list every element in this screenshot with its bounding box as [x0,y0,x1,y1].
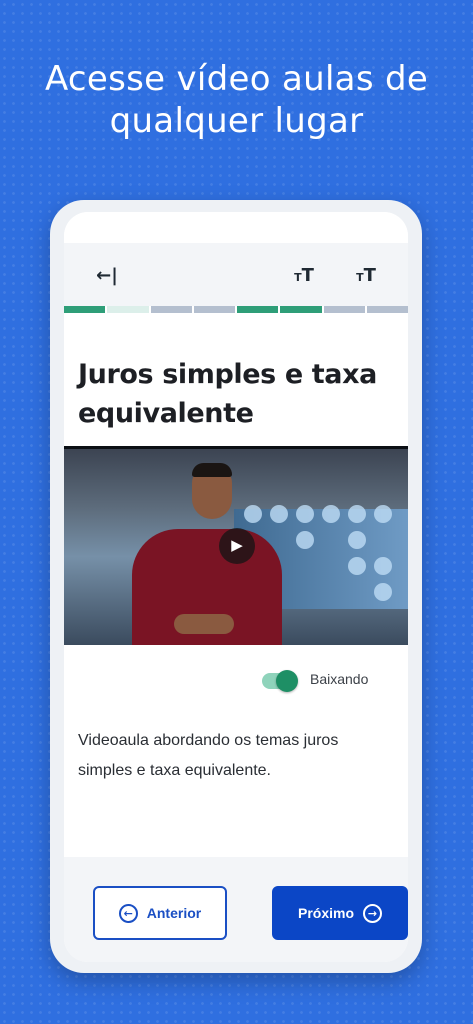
text-size-decrease-icon[interactable]: TT [288,263,320,289]
progress-segment-pending [323,306,365,313]
presenter-hair [192,463,232,477]
toggle-knob [276,670,298,692]
phone-frame: ←| TT TT Juros simples e taxa equivalent… [50,200,422,973]
lesson-title: Juros simples e taxa equivalente [78,359,377,429]
app-screen: ←| TT TT Juros simples e taxa equivalent… [64,212,408,962]
play-icon[interactable]: ▶ [219,528,255,564]
arrow-right-circle-icon: → [363,903,382,923]
decor-dot [374,505,392,523]
promo-headline-line-2: qualquer lugar [109,101,364,141]
decor-dot [374,557,392,575]
download-toggle[interactable] [262,670,298,692]
decor-dot [296,505,314,523]
navigation-bar: ← Anterior Próximo → [64,857,408,962]
status-bar [64,212,408,243]
progress-segment-pending [193,306,235,313]
progress-segment-pending [366,306,408,313]
promo-headline-line-1: Acesse vídeo aulas de [44,59,429,99]
presenter-hands [174,614,234,634]
progress-segment-pending [150,306,192,313]
lesson-progress-bar [64,306,408,313]
lesson-description: Videoaula abordando os temas juros simpl… [78,732,339,779]
next-button-label: Próximo [297,905,354,921]
decor-dot [296,531,314,549]
decor-dot [348,557,366,575]
exit-arrow-icon[interactable]: ←| [92,263,122,289]
download-row: Baixando [64,667,408,697]
promo-headline: Acesse vídeo aulas de qualquer lugar [0,58,473,142]
previous-button[interactable]: ← Anterior [93,886,227,940]
progress-segment-complete [280,306,322,313]
decor-dot [244,505,262,523]
decor-dot [374,583,392,601]
video-player[interactable]: ▶ [64,446,408,645]
progress-segment-complete [64,306,106,313]
arrow-left-circle-icon: ← [118,903,138,923]
decor-dot [322,505,340,523]
lesson-toolbar: ←| TT TT [64,243,408,306]
decor-dot [270,505,288,523]
download-label: Baixando [310,671,369,687]
decor-dot [348,531,366,549]
decor-dot [348,505,366,523]
progress-segment-current [107,306,149,313]
previous-button-label: Anterior [146,905,202,921]
progress-segment-complete [237,306,279,313]
next-button[interactable]: Próximo → [272,886,408,940]
text-size-increase-icon[interactable]: TT [350,263,382,289]
